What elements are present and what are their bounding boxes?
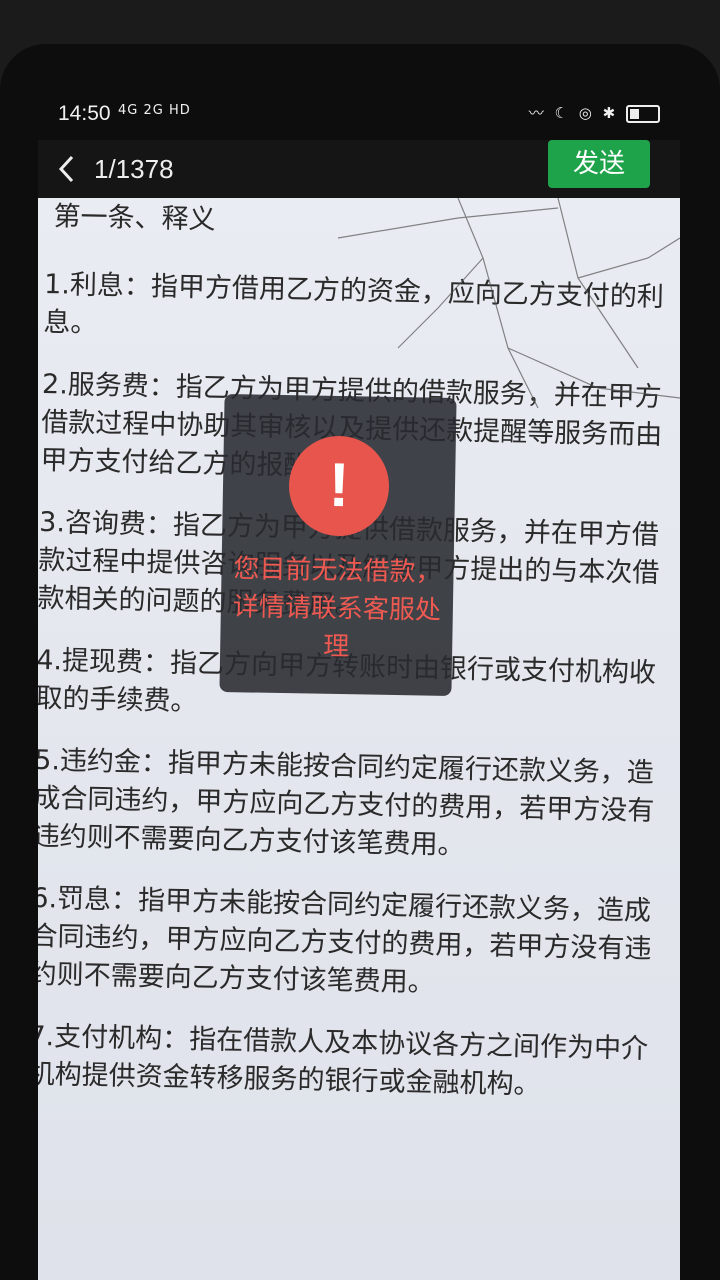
moon-icon: ☾ [554,104,571,122]
battery-icon [626,104,660,123]
app-header: 1/1378 发送 [38,140,680,198]
bluetooth-icon: ✱ [602,104,619,122]
clause-item: 1.利息：指甲方借用乙方的资金，应向乙方支付的利息。 [43,268,665,340]
status-bar: 14:50 4G 2G HD 〰 ☾ ◎ ✱ [40,90,680,140]
status-time: 14:50 [58,102,111,125]
clause-item: 5.违约金：指甲方未能按合同约定履行还款义务，造成合同违约，甲方应向乙方支付的费… [38,744,655,861]
clause-item: 7.支付机构：指在借款人及本协议各方之间作为中介机构提供资金转移服务的银行或金融… [38,1020,649,1101]
vibrate-icon: 〰 [528,104,547,122]
exclamation-icon: ! [288,435,390,537]
alarm-icon: ◎ [578,104,595,122]
toast-message: 您目前无法借款，详情请联系客服处理 [232,554,442,663]
network-info: 4G 2G HD [118,103,191,118]
clause-item: 6.罚息：指甲方未能按合同约定履行还款义务，造成合同违约，甲方应向乙方支付的费用… [38,882,652,999]
document-viewer[interactable]: 第一条、释义 1.利息：指甲方借用乙方的资金，应向乙方支付的利息。 2.服务费：… [38,198,680,1280]
section-title: 第一条、释义 [53,201,216,236]
status-icons: 〰 ☾ ◎ ✱ [529,102,660,123]
page-counter: 1/1378 [94,154,174,184]
send-button[interactable]: 发送 [548,140,650,188]
error-toast: ! 您目前无法借款，详情请联系客服处理 [219,393,457,697]
chevron-left-icon[interactable] [54,154,80,184]
